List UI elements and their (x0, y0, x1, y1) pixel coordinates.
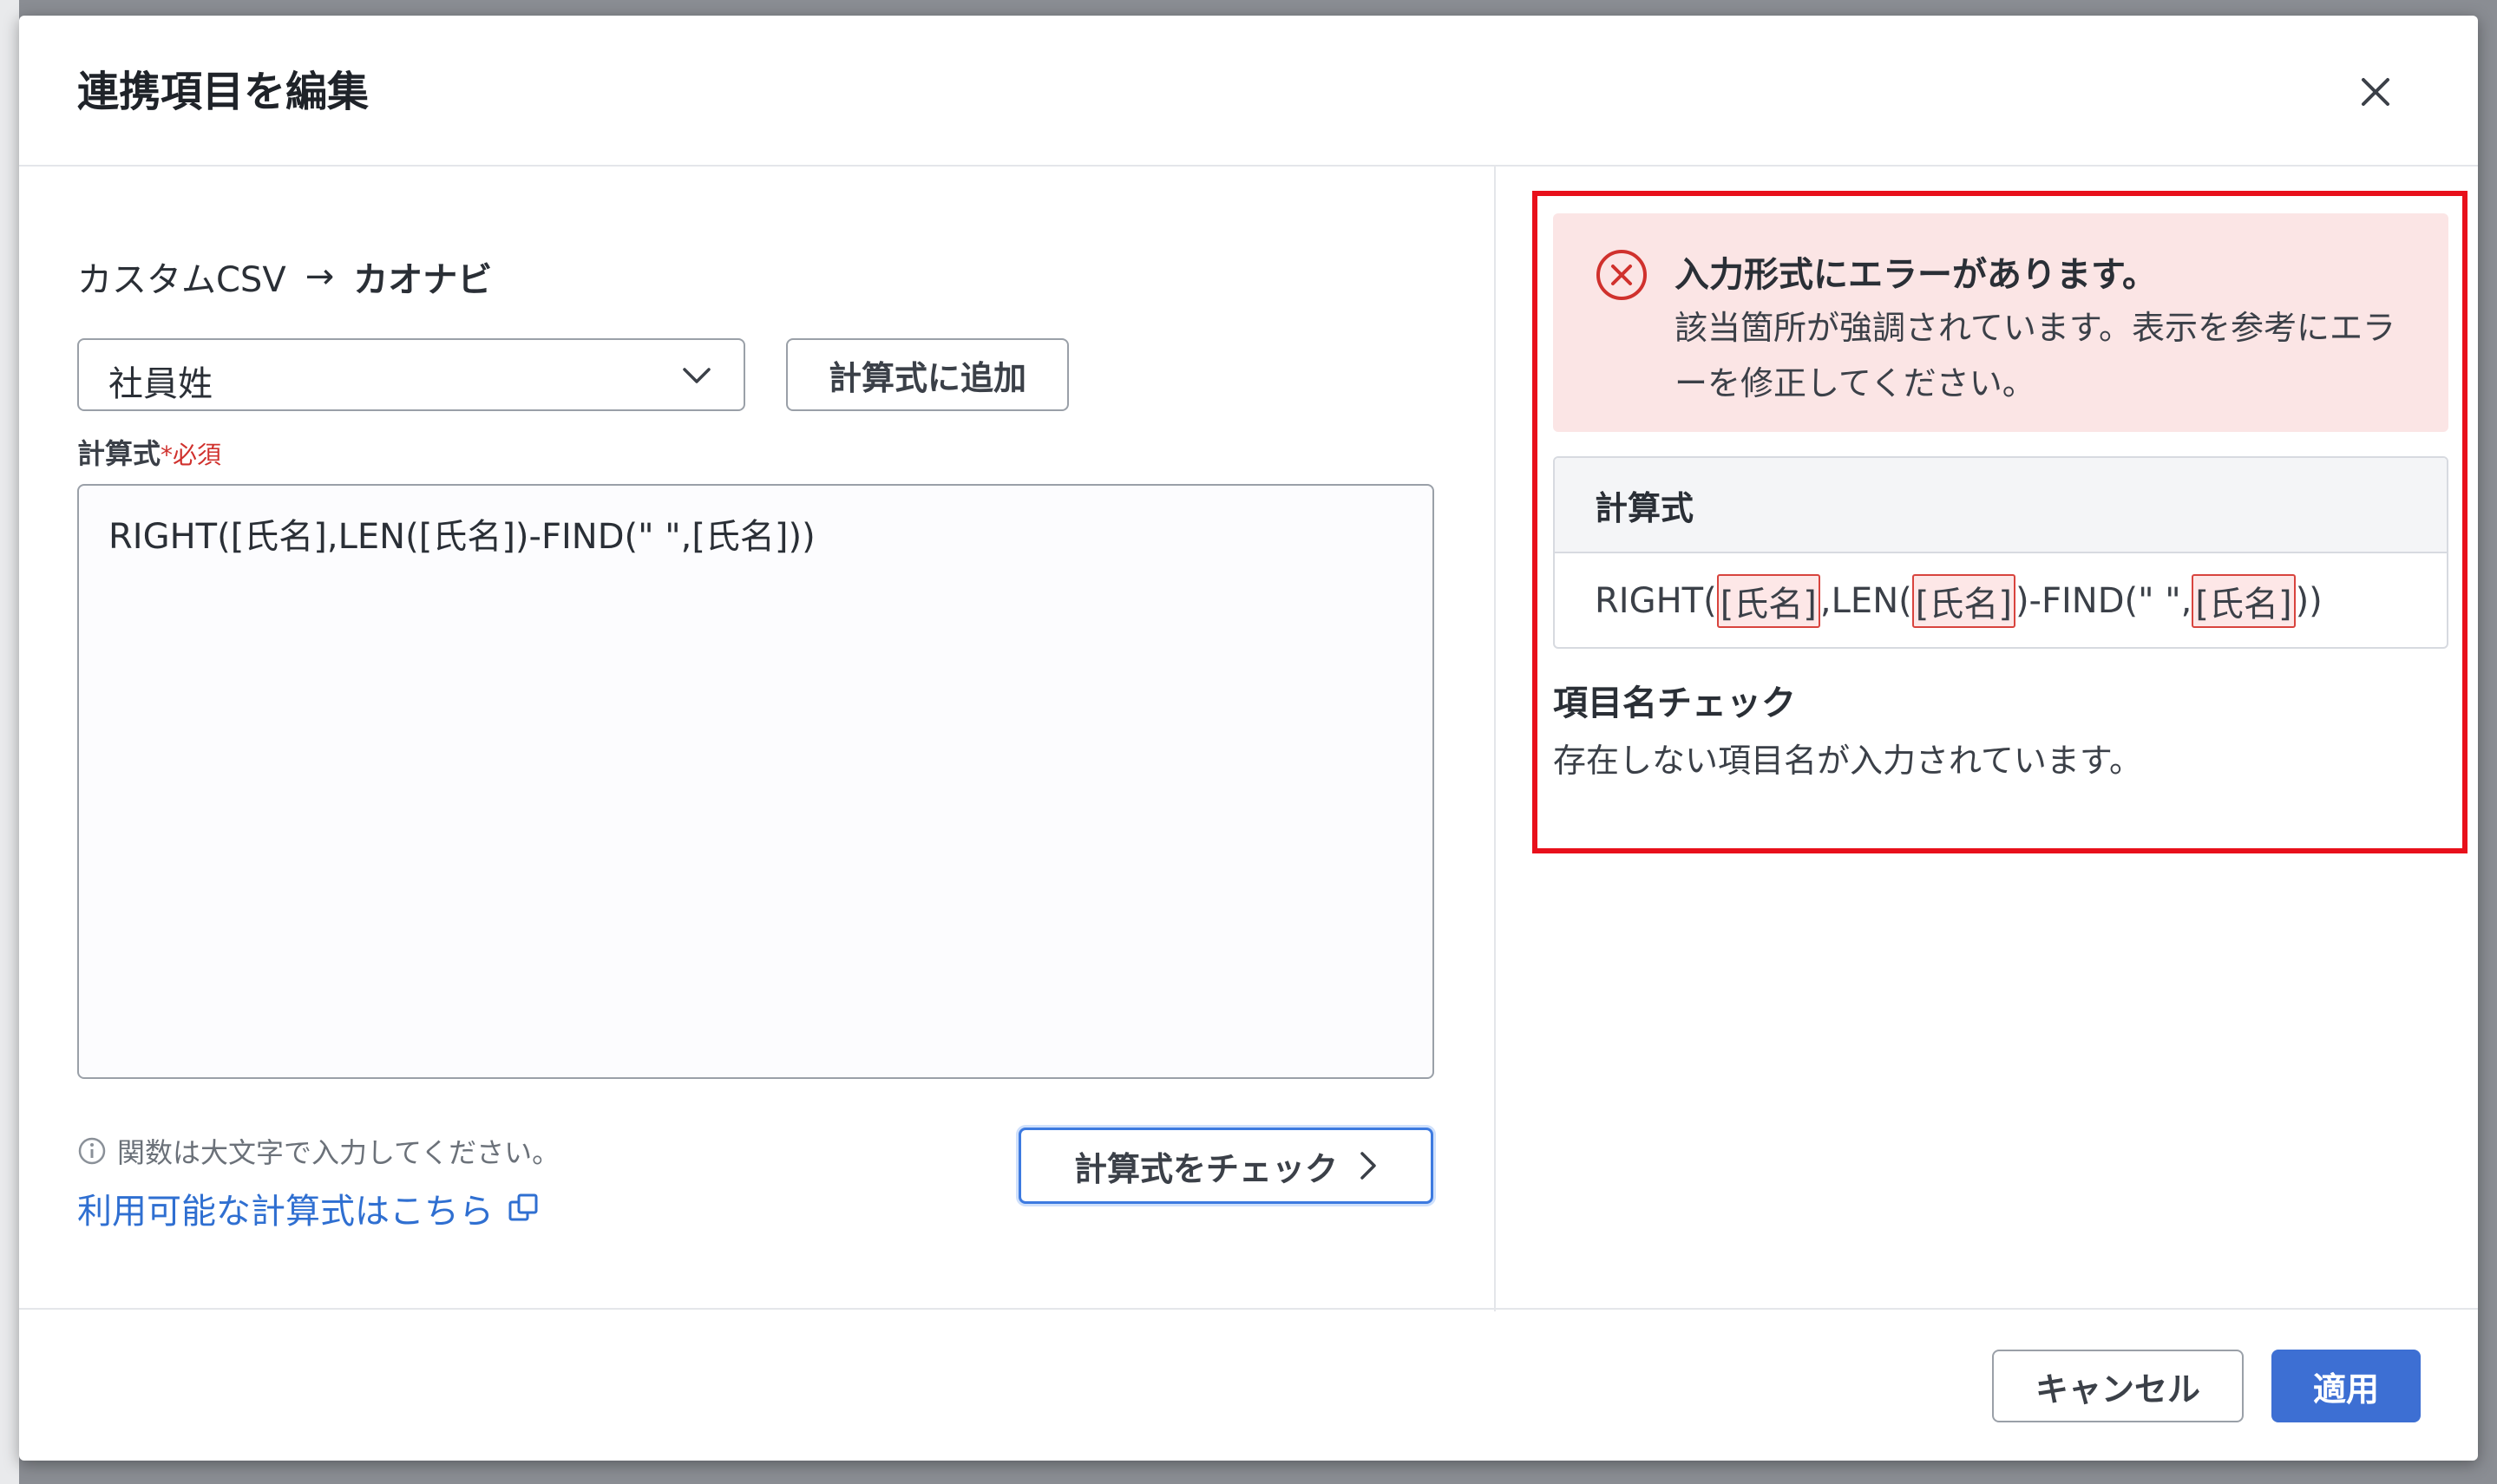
error-circle-icon (1596, 250, 1647, 300)
error-highlight: [氏名] (1716, 574, 1820, 628)
close-button[interactable] (2351, 68, 2400, 116)
info-icon (78, 1137, 106, 1165)
error-title: 入力形式にエラーがあります。 (1674, 255, 2157, 295)
uppercase-hint: 関数は大文字で入力してください。 (77, 1131, 560, 1171)
background-page (0, 0, 19, 1484)
chevron-down-icon (683, 368, 711, 383)
hint-text: 関数は大文字で入力してください。 (117, 1136, 560, 1169)
formula-preview: RIGHT([氏名] ,LEN([氏名])-FIND(" ", [氏名])) (1555, 553, 2447, 647)
external-link-icon (508, 1193, 538, 1221)
edit-mapping-dialog: 連携項目を編集 カスタムCSV → カオナビ 社員姓 計算式に追加 計算式*必須… (19, 16, 2478, 1461)
target-label: カオナビ (353, 260, 493, 300)
field-select-value: 社員姓 (108, 364, 213, 404)
field-name-check-title: 項目名チェック (1553, 683, 1796, 723)
formula-part: RIGHT( (1595, 581, 1717, 621)
formula-label: 計算式*必須 (77, 432, 221, 472)
arrow-icon: → (305, 257, 335, 297)
field-name-check-message: 存在しない項目名が入力されています。 (1553, 742, 2143, 780)
dialog-title: 連携項目を編集 (77, 68, 370, 116)
error-highlight: [氏名] (1911, 574, 2015, 628)
formula-part: )) (2295, 581, 2323, 621)
source-label: カスタムCSV (77, 260, 286, 300)
check-formula-label: 計算式をチェック (1073, 1149, 1338, 1188)
mapping-breadcrumb: カスタムCSV → カオナビ (77, 252, 492, 302)
formula-textarea[interactable]: RIGHT([氏名],LEN([氏名])-FIND(" ",[氏名])) (77, 484, 1434, 1079)
cancel-button[interactable]: キャンセル (1992, 1350, 2244, 1422)
check-formula-button[interactable]: 計算式をチェック (1019, 1128, 1433, 1204)
dialog-header: 連携項目を編集 (19, 16, 2478, 167)
close-icon (2362, 78, 2389, 106)
footer-divider (19, 1308, 2478, 1310)
formula-part: ,LEN( (1819, 581, 1912, 621)
field-select[interactable]: 社員姓 (77, 338, 745, 411)
formula-preview-header: 計算式 (1555, 458, 2447, 553)
link-text: 利用可能な計算式はこちら (77, 1192, 494, 1232)
available-formulas-link[interactable]: 利用可能な計算式はこちら (77, 1183, 541, 1233)
error-alert: 入力形式にエラーがあります。 該当箇所が強調されています。表示を参考にエラーを修… (1553, 213, 2448, 432)
check-result-pane: 入力形式にエラーがあります。 該当箇所が強調されています。表示を参考にエラーを修… (1496, 167, 2478, 1311)
formula-part: )-FIND(" ", (2015, 581, 2192, 621)
error-message: 該当箇所が強調されています。表示を参考にエラーを修正してください。 (1674, 309, 2396, 402)
formula-label-text: 計算式 (77, 437, 161, 470)
required-text: 必須 (173, 441, 222, 469)
formula-preview-card: 計算式 RIGHT([氏名] ,LEN([氏名])-FIND(" ", [氏名])) (1553, 456, 2448, 649)
required-mark: * (161, 441, 174, 469)
apply-button[interactable]: 適用 (2271, 1350, 2421, 1422)
error-highlight: [氏名] (2192, 574, 2296, 628)
chevron-right-icon (1360, 1152, 1376, 1180)
formula-editor-pane: カスタムCSV → カオナビ 社員姓 計算式に追加 計算式*必須 RIGHT([… (19, 167, 1494, 1311)
add-to-formula-button[interactable]: 計算式に追加 (786, 338, 1069, 411)
